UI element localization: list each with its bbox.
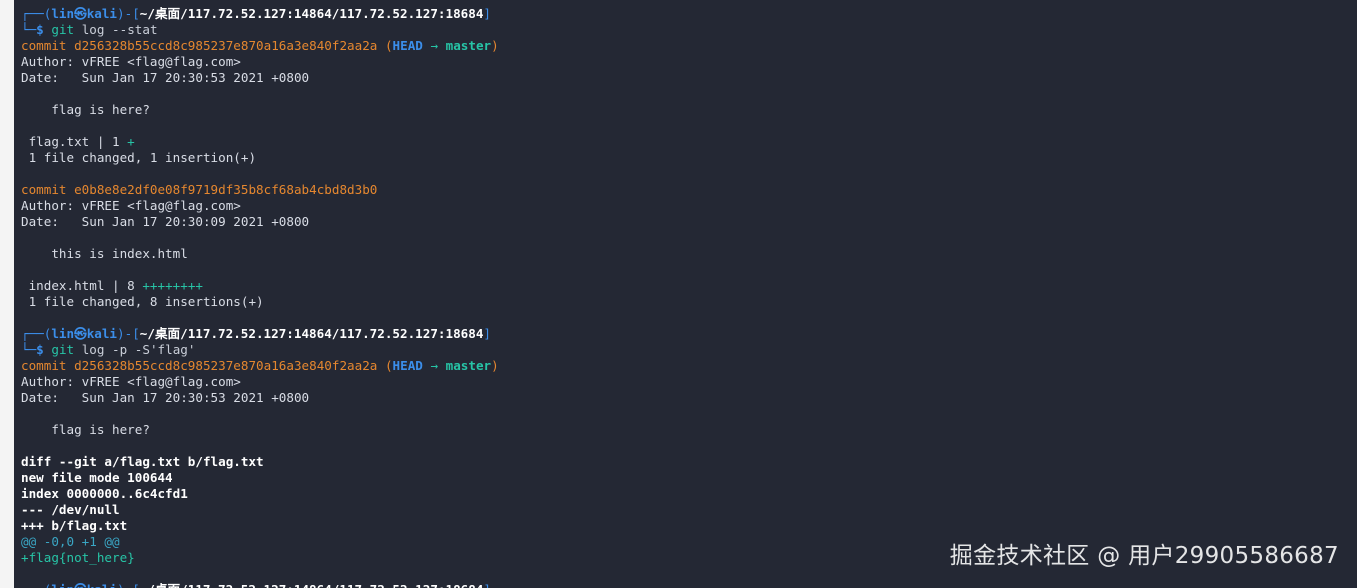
- command-line-2: └─$ git log -p -S'flag': [21, 342, 499, 358]
- command-args: log -p -S'flag': [81, 342, 196, 357]
- diff-header: diff --git a/flag.txt b/flag.txt: [21, 454, 264, 469]
- paren-open: (: [377, 38, 393, 53]
- commit-line: commit e0b8e8e2df0e08f9719df35b8cf68ab4c…: [21, 182, 499, 198]
- ref-arrow: →: [422, 38, 446, 53]
- prompt-line-1: ┌──(lin㉿kali)-[~/桌面/117.72.52.127:14864/…: [21, 6, 499, 22]
- stat-file: index.html | 8: [21, 278, 143, 293]
- commit-message: this is index.html: [21, 246, 188, 261]
- prompt-line-3: ┌──(lin㉿kali)-[~/桌面/117.72.52.127:14864/…: [21, 582, 499, 588]
- branch-ref: master: [445, 358, 492, 373]
- prompt-bracket-mid: )-[: [117, 326, 140, 341]
- date-line: Date: Sun Jan 17 20:30:09 2021 +0800: [21, 214, 310, 229]
- command-name: git: [51, 22, 75, 37]
- head-ref: HEAD: [392, 38, 423, 53]
- stat-plus: ++++++++: [142, 278, 203, 293]
- prompt-host: kali: [87, 582, 117, 588]
- prompt-corner-top: ┌──(: [21, 582, 51, 588]
- prompt-user: lin: [51, 6, 75, 21]
- prompt-corner-bottom: └─: [21, 342, 37, 357]
- stat-summary: 1 file changed, 8 insertions(+): [21, 294, 264, 309]
- stat-line: index.html | 8 ++++++++: [21, 278, 499, 294]
- branch-ref: master: [445, 38, 492, 53]
- commit-line: commit d256328b55ccd8c985237e870a16a3e84…: [21, 38, 499, 54]
- prompt-line-2: ┌──(lin㉿kali)-[~/桌面/117.72.52.127:14864/…: [21, 326, 499, 342]
- commit-hash: commit e0b8e8e2df0e08f9719df35b8cf68ab4c…: [21, 182, 378, 197]
- prompt-bracket-end: ]: [483, 582, 491, 588]
- prompt-corner-top: ┌──(: [21, 6, 52, 21]
- commit-hash: commit d256328b55ccd8c985237e870a16a3e84…: [21, 38, 378, 53]
- commit-message: flag is here?: [21, 102, 150, 117]
- prompt-path: ~/桌面/117.72.52.127:14864/117.72.52.127:1…: [140, 582, 484, 588]
- head-ref: HEAD: [392, 358, 423, 373]
- prompt-host: kali: [86, 326, 118, 341]
- commit-hash: commit d256328b55ccd8c985237e870a16a3e84…: [21, 358, 378, 373]
- author-line: Author: vFREE <flag@flag.com>: [21, 198, 241, 213]
- terminal-output: ┌──(lin㉿kali)-[~/桌面/117.72.52.127:14864/…: [21, 6, 499, 588]
- stat-plus: +: [127, 134, 135, 149]
- prompt-at-icon: ㉿: [74, 326, 87, 341]
- prompt-user: lin: [51, 326, 75, 341]
- prompt-bracket-mid: )-[: [117, 582, 140, 588]
- prompt-corner-top: ┌──(: [21, 326, 52, 341]
- diff-added-line: +flag{not_here}: [21, 550, 135, 565]
- diff-minus-file: --- /dev/null: [21, 502, 120, 517]
- author-line: Author: vFREE <flag@flag.com>: [21, 54, 241, 69]
- ref-arrow: →: [422, 358, 446, 373]
- author-line: Author: vFREE <flag@flag.com>: [21, 374, 241, 389]
- diff-plus-file: +++ b/flag.txt: [21, 518, 128, 533]
- paren-open: (: [377, 358, 393, 373]
- date-line: Date: Sun Jan 17 20:30:53 2021 +0800: [21, 390, 310, 405]
- prompt-user: lin: [51, 582, 74, 588]
- date-line: Date: Sun Jan 17 20:30:53 2021 +0800: [21, 70, 310, 85]
- command-line-1: └─$ git log --stat: [21, 22, 499, 38]
- prompt-host: kali: [86, 6, 118, 21]
- prompt-at-icon: ㉿: [74, 582, 87, 588]
- stat-summary: 1 file changed, 1 insertion(+): [21, 150, 257, 165]
- commit-message: flag is here?: [21, 422, 150, 437]
- terminal-window[interactable]: ┌──(lin㉿kali)-[~/桌面/117.72.52.127:14864/…: [14, 0, 1357, 588]
- prompt-bracket-end: ]: [483, 6, 492, 21]
- paren-close: ): [491, 358, 499, 373]
- diff-new-mode: new file mode 100644: [21, 470, 173, 485]
- diff-index: index 0000000..6c4cfd1: [21, 486, 188, 501]
- commit-line: commit d256328b55ccd8c985237e870a16a3e84…: [21, 358, 499, 374]
- stat-file: flag.txt | 1: [21, 134, 128, 149]
- left-window-edge: [0, 0, 15, 588]
- prompt-bracket-mid: )-[: [117, 6, 140, 21]
- stat-line: flag.txt | 1 +: [21, 134, 499, 150]
- diff-hunk: @@ -0,0 +1 @@: [21, 534, 120, 549]
- prompt-path: ~/桌面/117.72.52.127:14864/117.72.52.127:1…: [139, 6, 484, 21]
- command-name: git: [51, 342, 75, 357]
- prompt-dollar: $: [36, 342, 44, 357]
- prompt-dollar: $: [36, 22, 44, 37]
- prompt-corner-bottom: └─: [21, 22, 37, 37]
- paren-close: ): [491, 38, 499, 53]
- prompt-at-icon: ㉿: [74, 6, 87, 21]
- prompt-bracket-end: ]: [483, 326, 492, 341]
- watermark: 掘金技术社区 @ 用户29905586687: [949, 543, 1339, 569]
- command-args: log --stat: [81, 22, 158, 37]
- prompt-path: ~/桌面/117.72.52.127:14864/117.72.52.127:1…: [139, 326, 484, 341]
